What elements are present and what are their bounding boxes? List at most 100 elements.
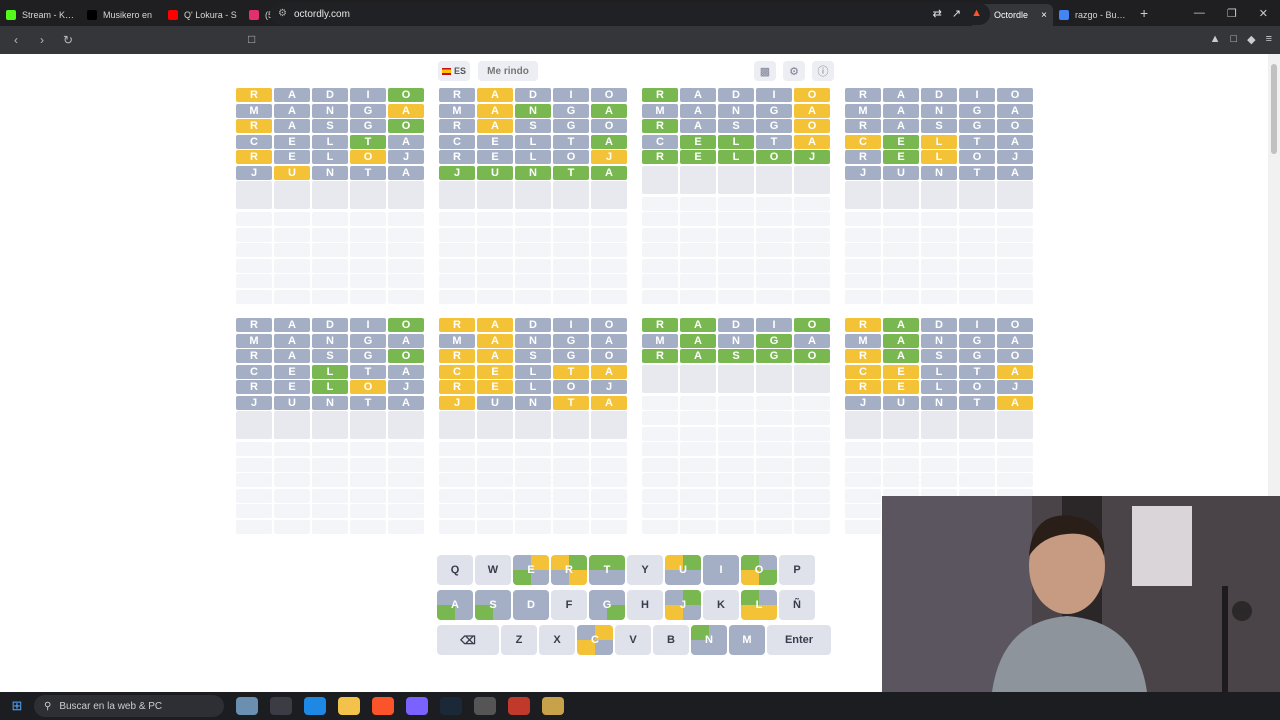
menu-icon[interactable]: ≡ bbox=[1266, 33, 1272, 46]
share-icon[interactable]: ↗ bbox=[952, 7, 961, 20]
key-u[interactable]: U bbox=[665, 555, 701, 585]
board-2: RADIOMANGARASGOCELTARELOJJUNTA bbox=[439, 88, 627, 305]
maximize-icon[interactable]: ❐ bbox=[1227, 7, 1237, 20]
obs-icon[interactable] bbox=[508, 697, 530, 715]
empty-tile bbox=[883, 243, 919, 257]
windows-start-icon[interactable]: ⊞ bbox=[0, 698, 34, 714]
key-p[interactable]: P bbox=[779, 555, 815, 585]
task-view-icon[interactable] bbox=[270, 697, 292, 715]
tile: T bbox=[350, 165, 386, 180]
key-k[interactable]: K bbox=[703, 590, 739, 620]
tab-title: Stream - Kick bbox=[22, 10, 75, 20]
browser-tab[interactable]: razgo - Busca bbox=[1053, 4, 1134, 26]
wallet-icon[interactable]: ◆ bbox=[1247, 33, 1255, 46]
key-c[interactable]: C bbox=[577, 625, 613, 655]
file-explorer-icon[interactable] bbox=[338, 697, 360, 715]
tile: U bbox=[477, 165, 513, 180]
empty-tile bbox=[756, 227, 792, 242]
tile: J bbox=[236, 165, 272, 180]
key-d[interactable]: D bbox=[513, 590, 549, 620]
tab-favicon-icon bbox=[6, 10, 16, 20]
key-q[interactable]: Q bbox=[437, 555, 473, 585]
back-icon[interactable]: ‹ bbox=[6, 33, 26, 47]
empty-tile bbox=[553, 504, 589, 518]
tile: T bbox=[553, 364, 589, 379]
taskbar-search[interactable]: ⚲ Buscar en la web & PC bbox=[34, 695, 224, 717]
key-w[interactable]: W bbox=[475, 555, 511, 585]
key-s[interactable]: S bbox=[475, 590, 511, 620]
brave-shield-icon[interactable]: ▲ bbox=[971, 7, 982, 20]
current-row-tile bbox=[997, 411, 1033, 439]
bookmark-icon[interactable]: □ bbox=[248, 32, 255, 46]
settings-app-icon[interactable] bbox=[474, 697, 496, 715]
key-r[interactable]: R bbox=[551, 555, 587, 585]
key-o[interactable]: O bbox=[741, 555, 777, 585]
site-info-icon[interactable]: ⚙ bbox=[278, 8, 287, 19]
extensions-icon[interactable]: ▲ bbox=[1210, 33, 1221, 46]
reload-icon[interactable]: ↻ bbox=[58, 33, 78, 47]
forward-icon[interactable]: › bbox=[32, 33, 52, 47]
brave-icon[interactable] bbox=[372, 697, 394, 715]
empty-tile bbox=[845, 504, 881, 518]
steam-icon[interactable] bbox=[440, 697, 462, 715]
key-y[interactable]: Y bbox=[627, 555, 663, 585]
enter-key[interactable]: Enter bbox=[767, 625, 831, 655]
key-ñ[interactable]: Ñ bbox=[779, 590, 815, 620]
key-z[interactable]: Z bbox=[501, 625, 537, 655]
key-t[interactable]: T bbox=[589, 555, 625, 585]
widget-icon[interactable] bbox=[236, 697, 258, 715]
tile: O bbox=[591, 318, 627, 332]
key-l[interactable]: L bbox=[741, 590, 777, 620]
close-tab-icon[interactable]: × bbox=[1041, 10, 1047, 21]
empty-tile bbox=[997, 473, 1033, 487]
address-bar[interactable]: ⚙ octordly.com ⇄ ↗ ▲ bbox=[270, 3, 990, 25]
tile: R bbox=[845, 318, 881, 332]
current-row-tile bbox=[477, 411, 513, 439]
app-icon[interactable] bbox=[406, 697, 428, 715]
browser-tab[interactable]: Musikero en bbox=[81, 4, 162, 26]
key-f[interactable]: F bbox=[551, 590, 587, 620]
stats-icon[interactable]: ▩ bbox=[754, 61, 776, 81]
game-app-icon[interactable] bbox=[542, 697, 564, 715]
empty-tile bbox=[997, 442, 1033, 456]
empty-tile bbox=[959, 227, 995, 242]
tile: R bbox=[439, 380, 475, 394]
empty-tile bbox=[274, 519, 310, 534]
info-icon[interactable]: ⓘ bbox=[812, 61, 834, 81]
edge-icon[interactable] bbox=[304, 697, 326, 715]
settings-gear-icon[interactable]: ⚙ bbox=[783, 61, 805, 81]
tile: I bbox=[553, 88, 589, 102]
key-e[interactable]: E bbox=[513, 555, 549, 585]
new-tab-icon[interactable]: + bbox=[1140, 5, 1148, 21]
current-row-tile bbox=[515, 411, 551, 439]
translate-icon[interactable]: ⇄ bbox=[933, 7, 942, 20]
close-window-icon[interactable]: ✕ bbox=[1259, 7, 1268, 20]
key-h[interactable]: H bbox=[627, 590, 663, 620]
browser-tab[interactable]: Q' Lokura - S bbox=[162, 4, 243, 26]
sidebar-icon[interactable]: □ bbox=[1230, 33, 1237, 46]
tile: G bbox=[553, 349, 589, 363]
language-button[interactable]: ES bbox=[438, 61, 470, 81]
scrollbar-thumb[interactable] bbox=[1271, 64, 1277, 154]
key-a[interactable]: A bbox=[437, 590, 473, 620]
empty-tile bbox=[921, 258, 957, 273]
empty-tile bbox=[236, 243, 272, 257]
browser-tab[interactable]: Stream - Kick bbox=[0, 4, 81, 26]
key-v[interactable]: V bbox=[615, 625, 651, 655]
key-m[interactable]: M bbox=[729, 625, 765, 655]
key-b[interactable]: B bbox=[653, 625, 689, 655]
board-1: RADIOMANGARASGOCELTARELOJJUNTA bbox=[236, 88, 424, 305]
give-up-button[interactable]: Me rindo bbox=[478, 61, 538, 81]
key-x[interactable]: X bbox=[539, 625, 575, 655]
tile: A bbox=[591, 333, 627, 348]
key-i[interactable]: I bbox=[703, 555, 739, 585]
key-j[interactable]: J bbox=[665, 590, 701, 620]
tile: D bbox=[921, 88, 957, 102]
empty-tile bbox=[794, 212, 830, 226]
tile: A bbox=[274, 88, 310, 102]
minimize-icon[interactable]: — bbox=[1194, 7, 1205, 20]
key-n[interactable]: N bbox=[691, 625, 727, 655]
tile: A bbox=[477, 333, 513, 348]
backspace-key[interactable]: ⌫ bbox=[437, 625, 499, 655]
key-g[interactable]: G bbox=[589, 590, 625, 620]
